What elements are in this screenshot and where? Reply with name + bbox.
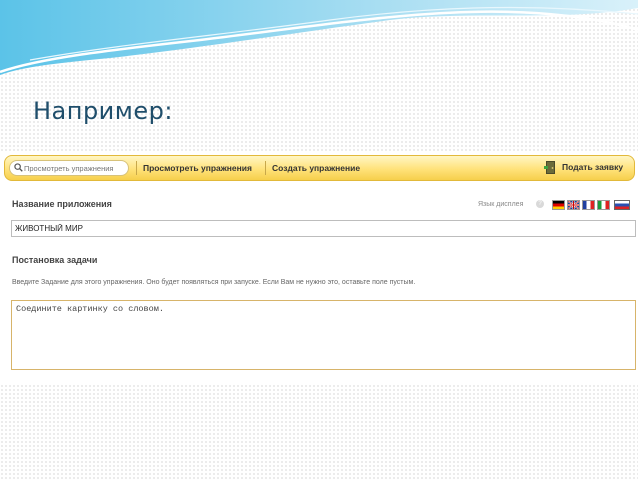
- flag-it-icon[interactable]: [597, 200, 610, 210]
- help-icon[interactable]: ?: [536, 200, 544, 208]
- flag-ru-icon[interactable]: [614, 200, 630, 210]
- flag-fr-icon[interactable]: [582, 200, 595, 210]
- slide-title: Например:: [33, 97, 173, 125]
- door-icon: [544, 161, 555, 174]
- flag-gb-icon[interactable]: [567, 200, 580, 210]
- header-waves-decoration: [0, 0, 638, 75]
- submit-request-button[interactable]: Подать заявку: [544, 159, 626, 177]
- view-exercises-link[interactable]: Просмотреть упражнения: [143, 163, 252, 173]
- toolbar-divider: [265, 161, 266, 175]
- flag-de-icon[interactable]: [552, 200, 565, 210]
- submit-request-label: Подать заявку: [562, 162, 624, 172]
- task-textarea[interactable]: Соедините картинку со словом.: [11, 300, 636, 370]
- toolbar: Просмотреть упражнения Создать упражнени…: [4, 155, 635, 181]
- search-box[interactable]: [9, 160, 129, 176]
- app-name-label: Название приложения: [12, 199, 112, 209]
- toolbar-divider: [136, 161, 137, 175]
- task-hint: Введите Задание для этого упражнения. Он…: [12, 279, 416, 286]
- display-language-label: Язык дисплея: [478, 201, 524, 208]
- search-icon: [14, 163, 23, 172]
- exercise-editor: Просмотреть упражнения Создать упражнени…: [0, 152, 638, 384]
- app-name-input[interactable]: [11, 220, 636, 237]
- search-input[interactable]: [24, 161, 124, 175]
- create-exercise-link[interactable]: Создать упражнение: [272, 163, 360, 173]
- task-label: Постановка задачи: [12, 255, 98, 265]
